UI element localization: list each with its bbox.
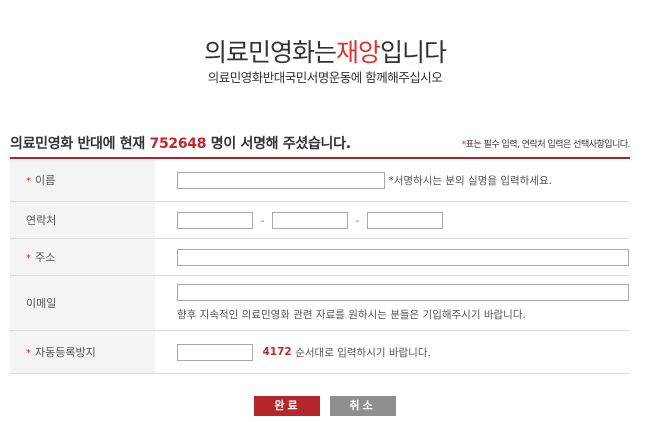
signature-form: * 이름 *서명하시는 분의 실명을 입력하세요. 연락처 - - * 주소 이메일… — [10, 159, 630, 374]
captcha-label-text: 자동등록방지 — [35, 346, 96, 359]
form-row-email: 이메일 향후 지속적인 의료민영화 관련 자료를 원하시는 분들은 기입해주시기… — [10, 275, 630, 331]
phone-input-2[interactable] — [271, 211, 348, 229]
form-buttons: 완료 취소 — [0, 396, 650, 416]
title-accent-text: 재앙 — [335, 38, 381, 67]
name-label-text: 이름 — [35, 174, 56, 187]
address-label: * 주소 — [10, 238, 155, 276]
phone-input-1[interactable] — [177, 211, 253, 229]
address-input[interactable] — [177, 248, 629, 266]
phone-separator: - — [260, 213, 265, 227]
captcha-hint: 순서대로 입력하시기 바랍니다. — [295, 346, 431, 359]
captcha-input[interactable] — [177, 343, 253, 361]
signature-count-bar: 의료민영화 반대에 현재 752648 명이 서명해 주셨습니다. *표는 필수… — [10, 133, 631, 159]
captcha-label: * 자동등록방지 — [10, 330, 155, 374]
required-star-icon: * — [26, 253, 31, 264]
phone-label: 연락처 — [10, 201, 155, 239]
title-text: 의료민영화는 — [203, 38, 337, 67]
page-subtitle: 의료민영화반대국민서명운동에 함께해주십시오 — [207, 70, 443, 85]
address-field-cell — [155, 238, 630, 276]
form-row-captcha: * 자동등록방지 4172 순서대로 입력하시기 바랍니다. — [10, 330, 630, 374]
page-header: 의료민영화는재앙입니다 의료민영화반대국민서명운동에 함께해주십시오 — [0, 38, 650, 86]
required-star-icon: * — [26, 348, 31, 359]
email-hint: 향후 지속적인 의료민영화 관련 자료를 원하시는 분들은 기입해주시기 바랍니… — [177, 309, 526, 321]
signature-count-text: 의료민영화 반대에 현재 752648 명이 서명해 주셨습니다. — [10, 133, 351, 153]
email-label-text: 이메일 — [26, 297, 57, 310]
name-field-cell: *서명하시는 분의 실명을 입력하세요. — [155, 159, 630, 202]
required-note-text: 표는 필수 입력, 연락처 입력은 선택사항입니다. — [465, 140, 631, 150]
required-star-icon: * — [26, 176, 31, 187]
count-suffix: 명이 서명해 주셨습니다. — [210, 136, 351, 152]
phone-input-3[interactable] — [366, 211, 443, 229]
name-hint: *서명하시는 분의 실명을 입력하세요. — [388, 174, 553, 187]
signature-count-number: 752648 — [149, 136, 207, 152]
address-label-text: 주소 — [35, 251, 56, 264]
captcha-field-cell: 4172 순서대로 입력하시기 바랍니다. — [155, 330, 630, 374]
title-text-end: 입니다 — [380, 38, 447, 67]
name-label: * 이름 — [10, 159, 155, 202]
form-row-address: * 주소 — [10, 238, 630, 276]
cancel-button[interactable]: 취소 — [329, 396, 396, 416]
page-title: 의료민영화는재앙입니다 — [0, 38, 650, 68]
required-note: *표는 필수 입력, 연락처 입력은 선택사항입니다. — [462, 137, 631, 150]
form-row-phone: 연락처 - - — [10, 201, 630, 239]
phone-label-text: 연락처 — [26, 214, 57, 227]
count-prefix: 의료민영화 반대에 현재 — [10, 136, 145, 152]
name-input[interactable] — [177, 171, 385, 189]
form-row-name: * 이름 *서명하시는 분의 실명을 입력하세요. — [10, 159, 630, 202]
phone-field-cell: - - — [155, 201, 630, 239]
email-label: 이메일 — [10, 275, 155, 331]
submit-button[interactable]: 완료 — [254, 396, 321, 416]
captcha-code: 4172 — [262, 346, 292, 358]
email-field-cell: 향후 지속적인 의료민영화 관련 자료를 원하시는 분들은 기입해주시기 바랍니… — [155, 275, 630, 331]
email-input[interactable] — [177, 284, 629, 301]
phone-separator: - — [355, 213, 360, 227]
